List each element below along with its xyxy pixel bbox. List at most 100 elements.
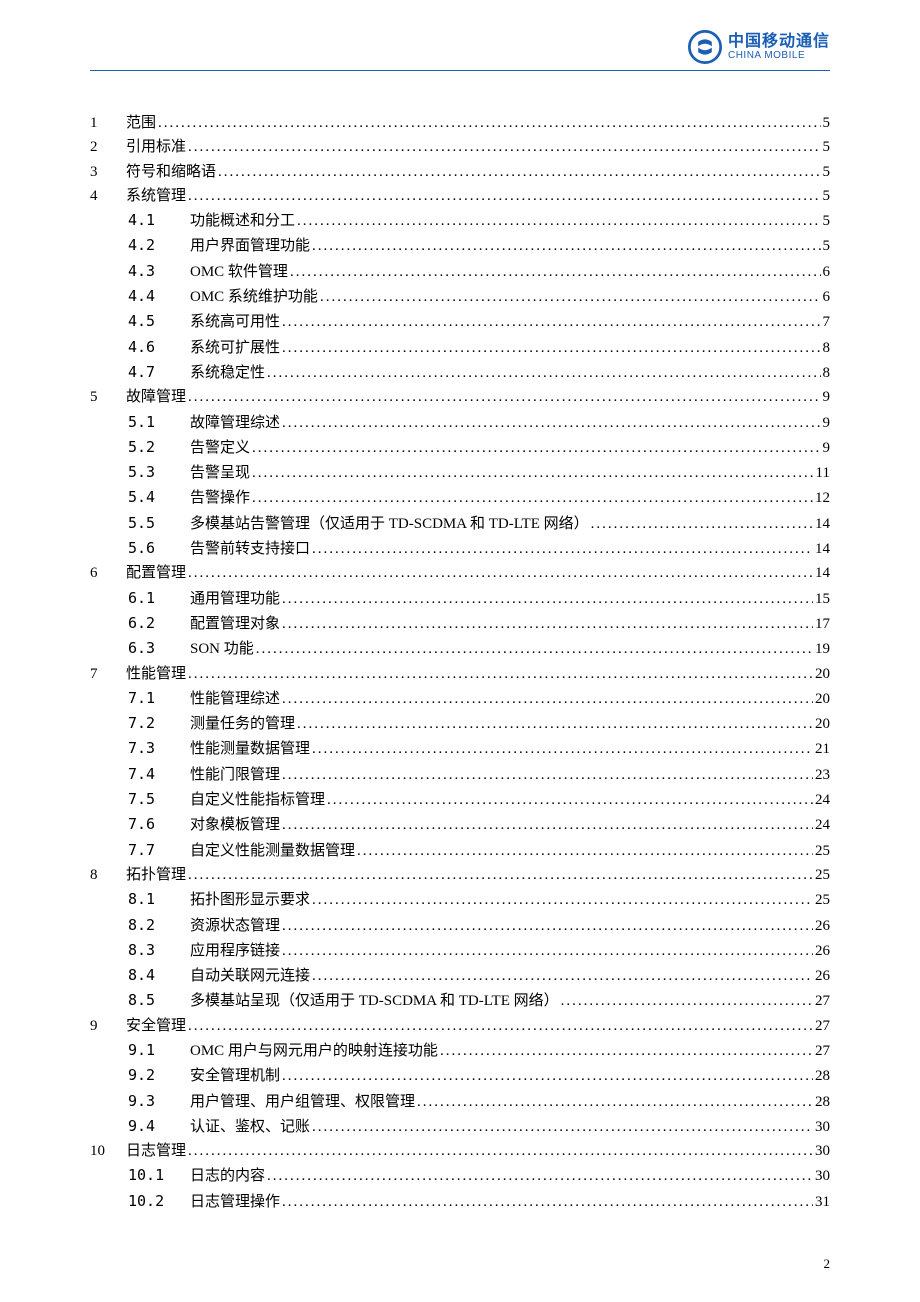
toc-page: 26 [815,939,830,963]
toc-page: 14 [815,561,830,585]
toc-entry: 8.5多模基站呈现（仅适用于 TD-SCDMA 和 TD-LTE 网络） 27 [90,988,830,1013]
toc-page: 5 [823,209,831,233]
toc-title: 性能管理综述 [190,687,280,711]
toc-entry: 9安全管理27 [90,1014,830,1038]
toc-leader [282,612,813,636]
toc-leader [282,687,813,711]
toc-page: 25 [815,839,830,863]
toc-entry: 9.2安全管理机制 28 [90,1063,830,1088]
toc-page: 17 [815,612,830,636]
toc-leader [188,135,820,159]
toc-title: 符号和缩略语 [126,160,216,184]
toc-title: 告警呈现 [190,461,250,485]
toc-number: 4.4 [128,284,190,308]
toc-leader [282,914,813,938]
toc-leader [282,813,813,837]
toc-title: 自定义性能测量数据管理 [190,839,355,863]
page-container: 中国移动通信 CHINA MOBILE 1范围52引用标准53符号和缩略语54系… [0,0,920,1254]
toc-title: 多模基站呈现（仅适用于 TD-SCDMA 和 TD-LTE 网络） [190,989,559,1013]
toc-title: 应用程序链接 [190,939,280,963]
toc-title: SON 功能 [190,637,254,661]
toc-page: 14 [815,512,830,536]
toc-leader [158,111,820,135]
toc-page: 5 [823,184,831,208]
toc-leader [312,537,813,561]
toc-page: 26 [815,914,830,938]
toc-number: 9.2 [128,1063,190,1087]
toc-entry: 5.3告警呈现11 [90,460,830,485]
toc-leader [282,587,813,611]
toc-title: OMC 软件管理 [190,260,288,284]
toc-leader [267,1164,813,1188]
toc-leader [188,662,813,686]
toc-title: 告警前转支持接口 [190,537,310,561]
toc-number: 1 [90,111,126,135]
toc-page: 26 [815,964,830,988]
toc-page: 28 [815,1064,830,1088]
toc-page: 5 [823,111,831,135]
toc-number: 8.4 [128,963,190,987]
toc-number: 6.1 [128,586,190,610]
toc-entry: 9.4认证、鉴权、记账30 [90,1114,830,1139]
toc-number: 5.3 [128,460,190,484]
toc-number: 4.3 [128,259,190,283]
toc-page: 8 [823,361,831,385]
toc-number: 7.1 [128,686,190,710]
toc-leader [312,888,813,912]
toc-leader [282,763,813,787]
toc-number: 8.5 [128,988,190,1012]
toc-number: 4.1 [128,208,190,232]
toc-entry: 5.4告警操作12 [90,485,830,510]
toc-leader [561,989,813,1013]
toc-number: 5 [90,385,126,409]
toc-number: 10 [90,1139,126,1163]
toc-number: 8 [90,863,126,887]
toc-leader [290,260,821,284]
brand-text: 中国移动通信 CHINA MOBILE [728,33,830,62]
toc-number: 7.7 [128,838,190,862]
toc-page: 9 [823,411,831,435]
toc-page: 5 [823,234,831,258]
brand-logo: 中国移动通信 CHINA MOBILE [688,30,830,64]
toc-leader [218,160,820,184]
toc-title: 安全管理机制 [190,1064,280,1088]
toc-leader [188,385,820,409]
toc-entry: 6.3SON 功能19 [90,636,830,661]
toc-title: 测量任务的管理 [190,712,295,736]
toc-entry: 8拓扑管理25 [90,863,830,887]
toc-title: 认证、鉴权、记账 [190,1115,310,1139]
toc-entry: 5.6告警前转支持接口14 [90,536,830,561]
toc-leader [267,361,820,385]
toc-page: 25 [815,888,830,912]
toc-page: 25 [815,863,830,887]
toc-page: 27 [815,989,830,1013]
toc-entry: 7.5自定义性能指标管理24 [90,787,830,812]
toc-page: 6 [823,260,831,284]
toc-page: 15 [815,587,830,611]
toc-number: 7.4 [128,762,190,786]
toc-number: 5.1 [128,410,190,434]
toc-number: 8.1 [128,887,190,911]
toc-title: 引用标准 [126,135,186,159]
brand-en: CHINA MOBILE [728,50,830,61]
toc-title: 资源状态管理 [190,914,280,938]
toc-title: 自动关联网元连接 [190,964,310,988]
toc-number: 3 [90,160,126,184]
toc-title: 故障管理 [126,385,186,409]
toc-entry: 4.1功能概述和分工5 [90,208,830,233]
toc-entry: 6.2配置管理对象17 [90,611,830,636]
toc-entry: 4系统管理5 [90,184,830,208]
toc-title: 日志管理 [126,1139,186,1163]
toc-number: 4.6 [128,335,190,359]
toc-number: 4.7 [128,360,190,384]
toc-title: 拓扑图形显示要求 [190,888,310,912]
toc-page: 7 [823,310,831,334]
toc-entry: 9.3用户管理、用户组管理、权限管理28 [90,1089,830,1114]
toc-page: 20 [815,662,830,686]
toc-entry: 2引用标准5 [90,135,830,159]
toc-title: 配置管理对象 [190,612,280,636]
toc-number: 5.5 [128,511,190,535]
toc-title: 对象模板管理 [190,813,280,837]
toc-title: 日志管理操作 [190,1190,280,1214]
toc-entry: 6.1通用管理功能15 [90,586,830,611]
